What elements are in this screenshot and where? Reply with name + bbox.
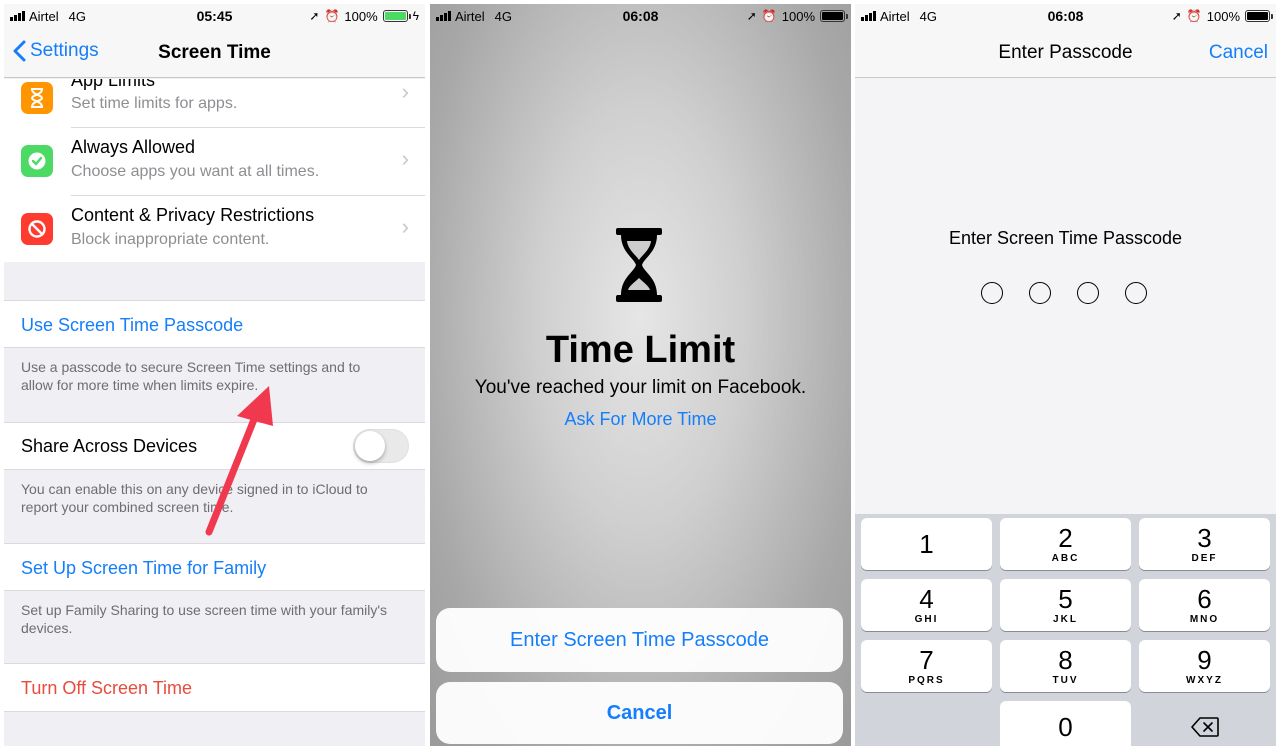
passcode-dots <box>981 282 1147 304</box>
hourglass-icon <box>21 82 53 114</box>
clock: 05:45 <box>196 8 233 24</box>
clock: 06:08 <box>622 8 659 24</box>
status-bar: Airtel 4G 06:08 ➚ ⏰ 100% <box>430 4 851 28</box>
family-group: Set Up Screen Time for Family <box>4 543 425 591</box>
navigation-bar: Enter Passcode Cancel <box>855 28 1276 78</box>
row-subtitle: Block inappropriate content. <box>71 231 270 248</box>
row-subtitle: Choose apps you want at all times. <box>71 163 320 180</box>
enter-passcode-button[interactable]: Enter Screen Time Passcode <box>436 608 843 672</box>
passcode-dot <box>981 282 1003 304</box>
signal-icon <box>10 11 25 21</box>
battery-percent: 100% <box>344 8 378 24</box>
use-passcode-link[interactable]: Use Screen Time Passcode <box>21 315 243 336</box>
location-icon: ➚ <box>746 9 757 23</box>
carrier-label: Airtel <box>455 8 485 24</box>
battery-icon <box>382 10 411 22</box>
row-subtitle: Set time limits for apps. <box>71 95 238 112</box>
charging-icon: ϟ <box>412 9 419 23</box>
network-label: 4G <box>68 8 86 24</box>
key-4[interactable]: 4 GHI <box>861 579 992 631</box>
key-8[interactable]: 8 TUV <box>1000 640 1131 692</box>
row-title: Always Allowed <box>71 137 196 157</box>
turn-off-group: Turn Off Screen Time <box>4 663 425 712</box>
passcode-dot <box>1125 282 1147 304</box>
page-title: Screen Time <box>158 42 271 63</box>
carrier-label: Airtel <box>29 8 59 24</box>
location-icon: ➚ <box>309 9 320 23</box>
enter-passcode-screen: Airtel 4G 06:08 ➚ ⏰ 100% Enter Passcode … <box>855 4 1276 746</box>
signal-icon <box>436 11 451 21</box>
family-note: Set up Family Sharing to use screen time… <box>21 602 388 636</box>
signal-icon <box>861 11 876 21</box>
checkmark-badge-icon <box>21 145 53 177</box>
no-entry-icon <box>21 213 53 245</box>
cancel-button[interactable]: Cancel <box>1209 42 1268 64</box>
carrier-label: Airtel <box>880 8 910 24</box>
network-label: 4G <box>494 8 512 24</box>
family-setup-link[interactable]: Set Up Screen Time for Family <box>21 558 266 579</box>
key-3[interactable]: 3 DEF <box>1139 518 1270 570</box>
row-title: App Limits <box>71 79 156 90</box>
passcode-group: Use Screen Time Passcode <box>4 300 425 348</box>
battery-icon <box>820 10 848 22</box>
key-1[interactable]: 1 <box>861 518 992 570</box>
toggle-knob <box>355 431 385 461</box>
key-2[interactable]: 2 ABC <box>1000 518 1131 570</box>
key-6[interactable]: 6 MNO <box>1139 579 1270 631</box>
chevron-right-icon: › <box>401 146 409 171</box>
status-bar: Airtel 4G 05:45 ➚ ⏰ 100% ϟ <box>4 4 425 28</box>
battery-percent: 100% <box>781 8 815 24</box>
key-7[interactable]: 7 PQRS <box>861 640 992 692</box>
navigation-bar: Settings Screen Time <box>4 28 425 78</box>
location-icon: ➚ <box>1171 9 1182 23</box>
red-arrow-annotation <box>205 386 273 536</box>
time-limit-screen: Airtel 4G 06:08 ➚ ⏰ 100% Time Limit You'… <box>430 4 851 746</box>
chevron-right-icon: › <box>401 214 409 239</box>
status-bar: Airtel 4G 06:08 ➚ ⏰ 100% <box>855 4 1276 28</box>
turn-off-button[interactable]: Turn Off Screen Time <box>21 678 192 699</box>
cancel-button[interactable]: Cancel <box>436 682 843 744</box>
hourglass-icon <box>616 228 662 302</box>
passcode-prompt: Enter Screen Time Passcode <box>948 228 1183 248</box>
settings-group: App Limits Set time limits for apps. › A… <box>4 79 425 262</box>
passcode-dot <box>1029 282 1051 304</box>
passcode-dot <box>1077 282 1099 304</box>
key-0[interactable]: 0 <box>1000 701 1131 746</box>
time-limit-title: Time Limit <box>545 329 736 371</box>
number-keypad: 1 2 ABC 3 DEF 4 GHI 5 JKL 6 MNO 7 PQRS 8 TUV 9W… <box>855 514 1276 746</box>
time-limit-message: You've reached your limit on Facebook. <box>474 377 807 398</box>
alarm-icon: ⏰ <box>761 9 777 23</box>
key-9[interactable]: 9 WXYZ <box>1139 640 1270 692</box>
share-toggle[interactable] <box>353 429 409 463</box>
backspace-icon <box>1190 717 1219 737</box>
ask-more-time-link[interactable]: Ask For More Time <box>430 409 851 430</box>
battery-icon <box>1245 10 1273 22</box>
network-label: 4G <box>919 8 937 24</box>
row-title: Content & Privacy Restrictions <box>71 205 315 225</box>
battery-percent: 100% <box>1206 8 1240 24</box>
always-allowed-row[interactable]: Always Allowed Choose apps you want at a… <box>4 128 425 195</box>
app-limits-row[interactable]: App Limits Set time limits for apps. › <box>4 79 425 127</box>
alarm-icon: ⏰ <box>324 9 340 23</box>
key-5[interactable]: 5 JKL <box>1000 579 1131 631</box>
clock: 06:08 <box>1047 8 1084 24</box>
share-label: Share Across Devices <box>21 436 198 456</box>
chevron-right-icon: › <box>401 79 409 104</box>
alarm-icon: ⏰ <box>1186 9 1202 23</box>
screen-time-settings-screen: Airtel 4G 05:45 ➚ ⏰ 100% ϟ Settings Scre… <box>4 4 425 746</box>
delete-key[interactable] <box>1139 701 1270 746</box>
content-privacy-row[interactable]: Content & Privacy Restrictions Block ina… <box>4 196 425 262</box>
